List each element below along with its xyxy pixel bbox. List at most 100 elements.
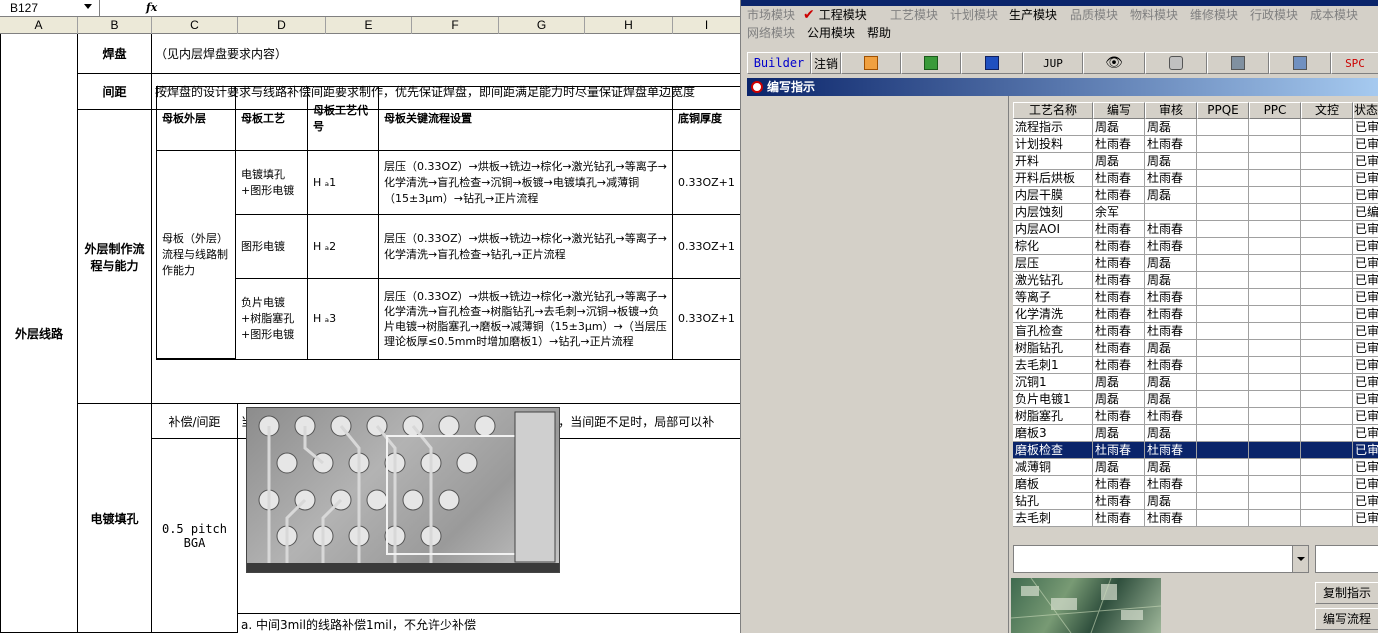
grid-header-0[interactable]: 工艺名称 (1013, 102, 1093, 119)
grid-cell[interactable] (1249, 510, 1301, 527)
menu-network[interactable]: 网络模块 (747, 24, 795, 42)
grid-cell[interactable]: 杜雨春 (1145, 221, 1197, 238)
table-row[interactable]: 树脂钻孔杜雨春周磊 已审核 (1013, 340, 1378, 357)
grid-cell[interactable]: 已审核 (1353, 119, 1378, 136)
grid-cell[interactable]: 杜雨春 (1145, 170, 1197, 187)
table-row[interactable]: 盲孔检查杜雨春杜雨春已审核 (1013, 323, 1378, 340)
grid-header-4[interactable]: PPC (1249, 102, 1301, 119)
grid-cell[interactable] (1249, 425, 1301, 442)
column-header-g[interactable]: G (499, 17, 585, 34)
grid-cell[interactable]: 周磊 (1145, 153, 1197, 170)
grid-cell[interactable]: 周磊 (1093, 459, 1145, 476)
table-row[interactable]: 内层蚀刻余军 已编写 (1013, 204, 1378, 221)
grid-cell[interactable]: 已审核 (1353, 510, 1378, 527)
table-row[interactable]: 磨板杜雨春杜雨春已审核 (1013, 476, 1378, 493)
grid-cell[interactable]: 杜雨春 (1093, 476, 1145, 493)
grid-cell[interactable]: 层压 (1013, 255, 1093, 272)
grid-cell[interactable] (1249, 442, 1301, 459)
grid-cell[interactable]: 周磊 (1145, 459, 1197, 476)
grid-cell[interactable] (1301, 391, 1353, 408)
grid-header-3[interactable]: PPQE (1197, 102, 1249, 119)
grid-cell[interactable] (1249, 272, 1301, 289)
table-row[interactable]: 去毛刺1杜雨春杜雨春已审核 (1013, 357, 1378, 374)
grid-cell[interactable]: 杜雨春 (1145, 289, 1197, 306)
grid-cell[interactable]: 杜雨春 (1145, 476, 1197, 493)
grid-cell[interactable] (1249, 289, 1301, 306)
grid-cell[interactable]: 已审核 (1353, 306, 1378, 323)
grid-cell[interactable]: 周磊 (1093, 391, 1145, 408)
second-input[interactable] (1315, 545, 1378, 573)
grid-cell[interactable]: 周磊 (1145, 255, 1197, 272)
grid-header-1[interactable]: 编写 (1093, 102, 1145, 119)
grid-cell[interactable]: 已审核 (1353, 459, 1378, 476)
grid-cell[interactable] (1197, 306, 1249, 323)
menu-engineering[interactable]: ✔ 工程模块 (803, 6, 867, 24)
grid-cell[interactable]: 沉铜1 (1013, 374, 1093, 391)
table-row[interactable]: 树脂塞孔杜雨春杜雨春已审核 (1013, 408, 1378, 425)
grid-header-5[interactable]: 文控 (1301, 102, 1353, 119)
grid-cell[interactable] (1301, 374, 1353, 391)
grid-cell[interactable] (1301, 136, 1353, 153)
grid-cell[interactable] (1197, 170, 1249, 187)
spc-button[interactable]: SPC (1331, 52, 1378, 74)
menu-material[interactable]: 物料模块 (1130, 6, 1178, 24)
grid-cell[interactable]: 杜雨春 (1093, 255, 1145, 272)
table-row[interactable]: 化学清洗杜雨春杜雨春已审核 (1013, 306, 1378, 323)
grid-cell[interactable]: 内层AOI (1013, 221, 1093, 238)
menu-common[interactable]: 公用模块 (807, 24, 855, 42)
grid-cell[interactable]: 计划投料 (1013, 136, 1093, 153)
grid-cell[interactable] (1197, 221, 1249, 238)
grid-cell[interactable] (1197, 391, 1249, 408)
table-row[interactable]: 负片电镀1周磊周磊已审核 (1013, 391, 1378, 408)
grid-cell[interactable]: 开料 (1013, 153, 1093, 170)
grid-cell[interactable] (1301, 357, 1353, 374)
grid-cell[interactable]: 负片电镀1 (1013, 391, 1093, 408)
table-row[interactable]: 棕化杜雨春杜雨春已审核 (1013, 238, 1378, 255)
grid-cell[interactable] (1249, 391, 1301, 408)
function-icon[interactable]: fx (146, 0, 157, 16)
grid-cell[interactable]: 减薄铜 (1013, 459, 1093, 476)
excel-button[interactable] (901, 52, 961, 74)
table-row[interactable]: 钻孔杜雨春周磊 已审核 (1013, 493, 1378, 510)
grid-cell[interactable]: 杜雨春 (1093, 187, 1145, 204)
grid-cell[interactable]: 周磊 (1093, 119, 1145, 136)
grid-cell[interactable] (1249, 306, 1301, 323)
grid-cell[interactable]: 棕化 (1013, 238, 1093, 255)
grid-cell[interactable]: 周磊 (1145, 493, 1197, 510)
outer-label-cell[interactable]: 外层制作流程与能力 (78, 110, 152, 404)
grid-cell[interactable]: 杜雨春 (1093, 510, 1145, 527)
table-row[interactable]: 等离子杜雨春杜雨春已审核 (1013, 289, 1378, 306)
grid-cell[interactable]: 内层干膜 (1013, 187, 1093, 204)
grid-header-6[interactable]: 状态 (1353, 102, 1378, 119)
grid-cell[interactable]: 已审核 (1353, 187, 1378, 204)
menu-admin[interactable]: 行政模块 (1250, 6, 1298, 24)
grid-cell[interactable] (1197, 510, 1249, 527)
edit-flow-button[interactable]: 编写流程 (1315, 608, 1378, 630)
grid-cell[interactable] (1197, 357, 1249, 374)
table-row[interactable]: 内层AOI杜雨春杜雨春已审核 (1013, 221, 1378, 238)
grid-cell[interactable] (1301, 340, 1353, 357)
grid-cell[interactable] (1301, 493, 1353, 510)
logout-button[interactable]: 注销 (811, 52, 841, 74)
grid-cell[interactable]: 杜雨春 (1093, 442, 1145, 459)
filter-combo[interactable] (1013, 545, 1309, 573)
grid-cell[interactable] (1301, 510, 1353, 527)
column-header-f[interactable]: F (412, 17, 499, 34)
jup-button[interactable]: JUP (1023, 52, 1083, 74)
grid-cell[interactable]: 周磊 (1145, 119, 1197, 136)
grid-cell[interactable]: 杜雨春 (1145, 238, 1197, 255)
grid-cell[interactable]: 杜雨春 (1093, 221, 1145, 238)
column-header-i[interactable]: I (673, 17, 740, 34)
grid-cell[interactable]: 树脂钻孔 (1013, 340, 1093, 357)
grid-cell[interactable]: 已审核 (1353, 425, 1378, 442)
grid-cell[interactable] (1249, 187, 1301, 204)
grid-cell[interactable] (1145, 204, 1197, 221)
database-button[interactable] (1145, 52, 1207, 74)
grid-cell[interactable]: 已审核 (1353, 136, 1378, 153)
grid-cell[interactable] (1301, 408, 1353, 425)
grid-cell[interactable] (1249, 408, 1301, 425)
grid-cell[interactable]: 杜雨春 (1093, 272, 1145, 289)
grid-cell[interactable]: 磨板 (1013, 476, 1093, 493)
grid-cell[interactable] (1197, 323, 1249, 340)
grid-cell[interactable] (1301, 272, 1353, 289)
